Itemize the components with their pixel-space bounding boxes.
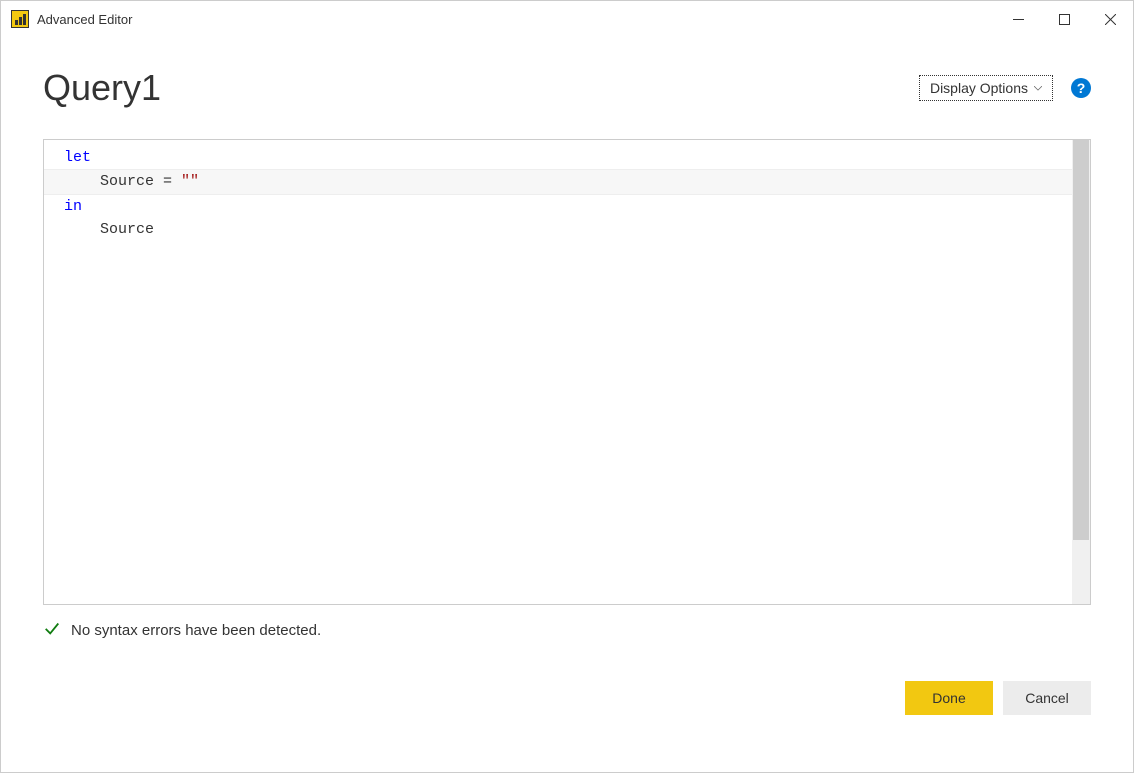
- minimize-icon: [1013, 14, 1024, 25]
- scrollbar-thumb[interactable]: [1073, 140, 1089, 540]
- code-line: Source: [64, 218, 1072, 241]
- minimize-button[interactable]: [995, 1, 1041, 37]
- display-options-dropdown[interactable]: Display Options: [919, 75, 1053, 101]
- help-icon[interactable]: ?: [1071, 78, 1091, 98]
- maximize-button[interactable]: [1041, 1, 1087, 37]
- vertical-scrollbar[interactable]: [1072, 140, 1090, 604]
- query-title: Query1: [43, 67, 161, 109]
- display-options-label: Display Options: [930, 80, 1028, 96]
- done-button[interactable]: Done: [905, 681, 993, 715]
- code-line: let: [64, 146, 1072, 169]
- check-icon: [43, 619, 61, 641]
- titlebar-left: Advanced Editor: [11, 10, 132, 28]
- content-area: Query1 Display Options ? let Source = ""…: [1, 37, 1133, 735]
- editor-content[interactable]: let Source = "" in Source: [44, 140, 1072, 604]
- window-title: Advanced Editor: [37, 12, 132, 27]
- maximize-icon: [1059, 14, 1070, 25]
- titlebar: Advanced Editor: [1, 1, 1133, 37]
- status-message: No syntax errors have been detected.: [71, 622, 321, 639]
- header-row: Query1 Display Options ?: [43, 67, 1091, 109]
- code-line: in: [64, 195, 1072, 218]
- app-icon: [11, 10, 29, 28]
- status-row: No syntax errors have been detected.: [43, 619, 1091, 641]
- window-controls: [995, 1, 1133, 37]
- code-editor[interactable]: let Source = "" in Source: [43, 139, 1091, 605]
- button-row: Done Cancel: [43, 681, 1091, 715]
- close-button[interactable]: [1087, 1, 1133, 37]
- header-right: Display Options ?: [919, 75, 1091, 101]
- cancel-button[interactable]: Cancel: [1003, 681, 1091, 715]
- close-icon: [1105, 14, 1116, 25]
- code-line: Source = "": [44, 169, 1072, 194]
- chevron-down-icon: [1034, 86, 1042, 91]
